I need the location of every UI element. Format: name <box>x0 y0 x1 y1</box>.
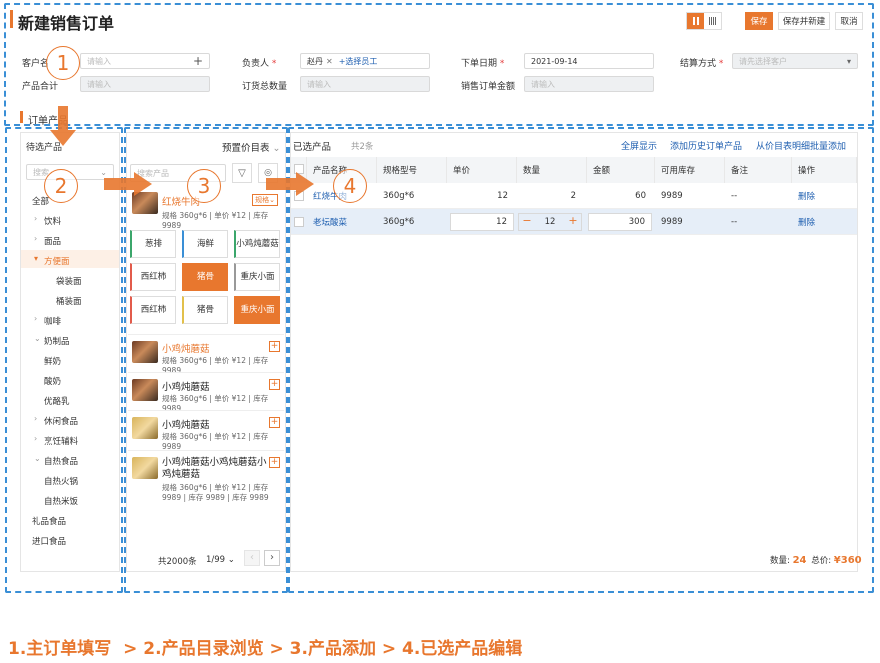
arrow-right-icon <box>266 172 314 196</box>
arrow-down-icon <box>50 106 76 146</box>
step-4-badge: 4 <box>333 169 367 203</box>
step-2-badge: 2 <box>44 169 78 203</box>
step-3-badge: 3 <box>187 169 221 203</box>
step-frame-4 <box>288 127 874 593</box>
step-frame-1 <box>4 3 874 126</box>
flow-caption: 1.主订单填写 > 2.产品目录浏览 > 3.产品添加 > 4.已选产品编辑 <box>8 639 523 659</box>
step-1-badge: 1 <box>46 46 80 80</box>
arrow-right-icon <box>104 172 152 196</box>
